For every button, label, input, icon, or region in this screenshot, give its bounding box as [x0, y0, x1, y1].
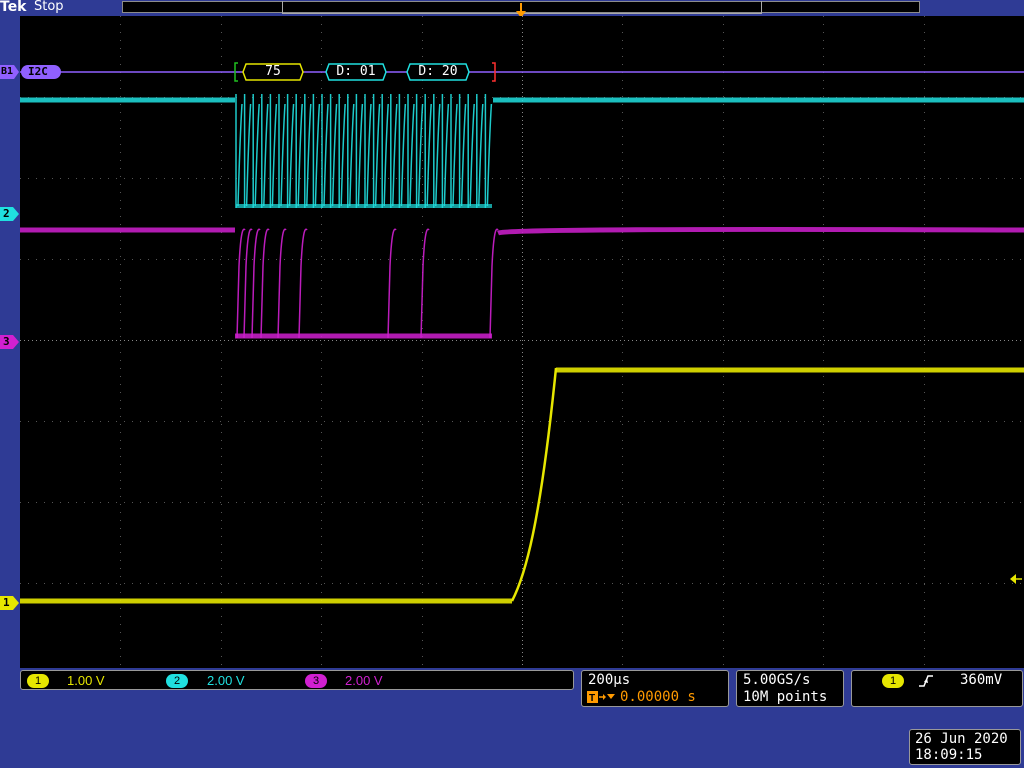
time: 18:09:15 — [915, 747, 983, 763]
channel-2-waveform — [20, 94, 1024, 208]
rising-edge-icon — [918, 674, 934, 693]
ch2-marker-label: 2 — [3, 207, 10, 220]
trigger-position-icon: T — [587, 690, 617, 709]
time-per-division: 200µs — [588, 672, 631, 688]
bus-packet-address[interactable]: 75 — [242, 63, 304, 81]
bus-marker-label: B1 — [1, 66, 14, 77]
ch1-marker-label: 1 — [3, 596, 10, 609]
channel-scale-readout: 1 1.00 V 2 2.00 V 3 2.00 V — [20, 670, 574, 690]
timebase-readout[interactable]: 200µs T 0.00000 s — [581, 670, 729, 707]
packet-label: D: 01 — [336, 64, 376, 79]
sample-rate: 5.00GS/s — [743, 672, 811, 688]
ch2-scale[interactable]: 2.00 V — [207, 673, 245, 689]
datetime-readout: 26 Jun 2020 18:09:15 — [909, 729, 1021, 765]
bus-packet-data-2[interactable]: D: 20 — [406, 63, 470, 81]
trigger-level-marker-icon[interactable] — [1008, 572, 1022, 586]
channel-3-waveform — [20, 226, 1024, 339]
packet-label: D: 20 — [418, 64, 458, 79]
bus-marker[interactable]: B1 I2C — [0, 65, 64, 79]
trigger-source-badge: 1 — [882, 674, 904, 688]
ch3-scale[interactable]: 2.00 V — [345, 673, 383, 689]
bus-packet-data-1[interactable]: D: 01 — [325, 63, 387, 81]
channel-3-ground-marker[interactable]: 3 — [0, 335, 20, 349]
record-length: 10M points — [743, 689, 828, 705]
horizontal-position: 0.00000 s — [620, 689, 696, 705]
trigger-readout[interactable]: 1 360mV — [851, 670, 1023, 707]
packet-label: 75 — [265, 64, 281, 79]
waveform-display[interactable]: 75 D: 01 D: 20 — [20, 16, 1024, 668]
ch1-scale[interactable]: 1.00 V — [67, 673, 105, 689]
date: 26 Jun 2020 — [915, 731, 1008, 747]
acquisition-readout[interactable]: 5.00GS/s 10M points — [736, 670, 844, 707]
bus-name-label: I2C — [28, 65, 48, 78]
svg-text:T: T — [589, 693, 595, 704]
ch3-badge[interactable]: 3 — [305, 674, 327, 688]
channel-1-ground-marker[interactable]: 1 — [0, 596, 20, 610]
ch2-badge[interactable]: 2 — [166, 674, 188, 688]
graticule-grid — [20, 16, 1024, 668]
channel-2-ground-marker[interactable]: 2 — [0, 207, 20, 221]
trigger-level: 360mV — [960, 672, 1003, 688]
ch3-marker-label: 3 — [3, 335, 10, 348]
acquisition-state[interactable]: Stop — [34, 0, 64, 15]
brand-logo: Tek — [0, 0, 27, 15]
ch1-badge[interactable]: 1 — [27, 674, 49, 688]
